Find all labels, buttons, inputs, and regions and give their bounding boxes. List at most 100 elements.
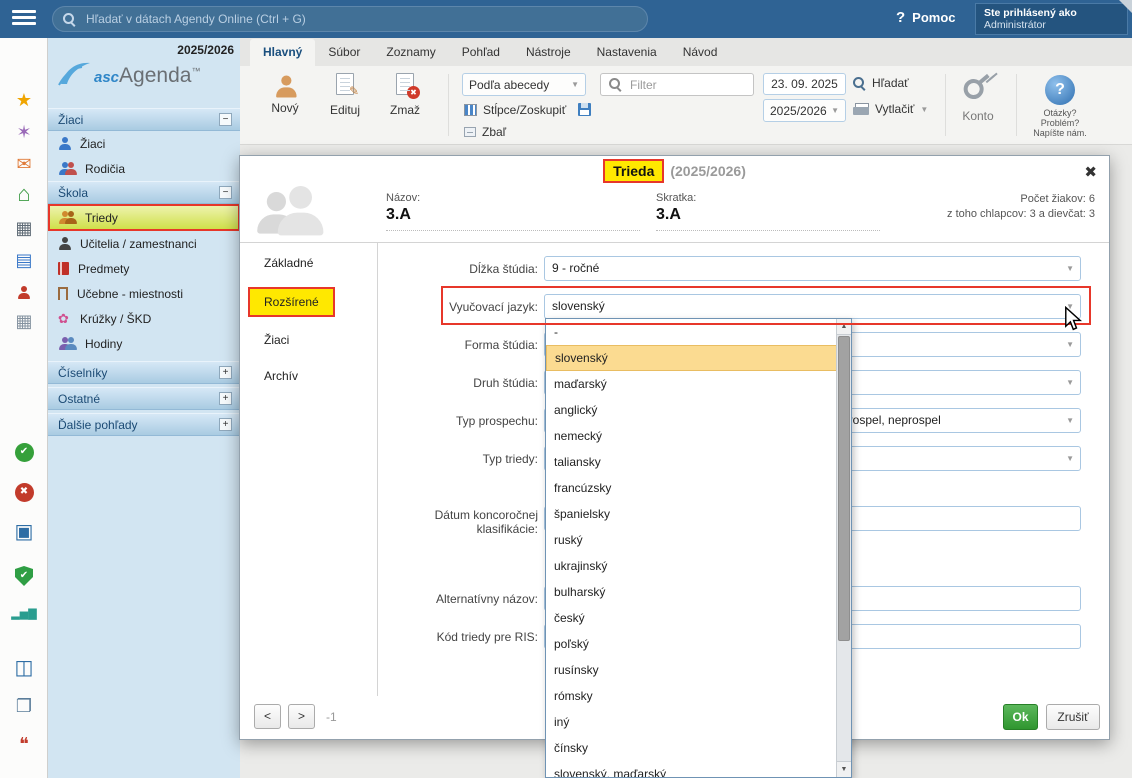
print-button[interactable]: Vytlačiť ▼: [853, 102, 928, 116]
asc-agenda-logo[interactable]: ascAgenda™: [58, 60, 200, 86]
sidebar-item-rodicia[interactable]: Rodičia: [48, 156, 240, 181]
global-search[interactable]: [52, 6, 648, 32]
length-dropdown[interactable]: 9 - ročné ▼: [544, 256, 1081, 281]
sidebar-section-ostatne[interactable]: Ostatné +: [48, 387, 240, 410]
sidebar-item-ucitelia[interactable]: Učitelia / zamestnanci: [48, 231, 240, 256]
person-icon[interactable]: [0, 283, 48, 303]
tab-pohlad[interactable]: Pohľad: [449, 39, 513, 66]
dropdown-option-selected[interactable]: slovenský: [546, 345, 838, 371]
collapse-toggle[interactable]: −: [219, 186, 232, 199]
collapse-toggle[interactable]: −: [219, 113, 232, 126]
briefcase-icon[interactable]: ▣: [0, 522, 48, 542]
dropdown-option[interactable]: bulharský: [546, 579, 838, 605]
wand-icon[interactable]: ✶: [0, 122, 48, 142]
sidebar-item-hodiny[interactable]: Hodiny: [48, 331, 240, 356]
sidebar-item-ziaci[interactable]: Žiaci: [48, 131, 240, 156]
alert-icon[interactable]: ✖: [0, 478, 48, 502]
dropdown-option[interactable]: rusínsky: [546, 657, 838, 683]
sidebar-item-triedy[interactable]: Triedy: [48, 204, 240, 231]
tab-zoznamy[interactable]: Zoznamy: [373, 39, 448, 66]
sidebar-item-label: Predmety: [78, 262, 129, 276]
book-icon[interactable]: ▤: [0, 250, 48, 270]
star-icon[interactable]: ★: [0, 90, 48, 110]
calendar-icon[interactable]: ▦: [0, 311, 48, 331]
dropdown-option[interactable]: ukrajinský: [546, 553, 838, 579]
chat-icon[interactable]: ❝: [0, 734, 48, 754]
dropdown-option[interactable]: taliansky: [546, 449, 838, 475]
dropdown-option[interactable]: španielsky: [546, 501, 838, 527]
questions-button[interactable]: ? Otázky? Problém? Napíšte nám.: [1020, 75, 1100, 138]
edit-button[interactable]: ✎ Edituj: [318, 73, 372, 117]
close-icon[interactable]: ✖: [1084, 163, 1097, 181]
sidebar-item-ucebne[interactable]: Učebne - miestnosti: [48, 281, 240, 306]
tab-hlavny[interactable]: Hlavný: [250, 39, 315, 66]
mail-icon[interactable]: ✉: [0, 154, 48, 174]
shield-icon[interactable]: ✔: [0, 562, 48, 586]
columns-button[interactable]: Stĺpce/Zoskupiť: [464, 103, 566, 117]
tab-subor[interactable]: Súbor: [315, 39, 373, 66]
dropdown-option[interactable]: čínsky: [546, 735, 838, 761]
dropdown-option[interactable]: český: [546, 605, 838, 631]
ok-button[interactable]: Ok: [1003, 704, 1038, 730]
dropdown-option[interactable]: iný: [546, 709, 838, 735]
global-search-input[interactable]: [84, 11, 637, 27]
home-icon[interactable]: ⌂: [0, 184, 48, 204]
delete-button[interactable]: ✖ Zmaž: [378, 73, 432, 117]
save-layout-icon[interactable]: [578, 103, 591, 116]
tab-ziaci[interactable]: Žiaci: [264, 333, 289, 347]
sidebar-section-skola[interactable]: Škola −: [48, 181, 240, 204]
collapse-label: Zbaľ: [482, 125, 506, 139]
chevron-down-icon: ▼: [1066, 371, 1074, 394]
timetable-icon[interactable]: ▦: [0, 218, 48, 238]
new-button[interactable]: Nový: [258, 74, 312, 115]
account-button[interactable]: Konto: [948, 72, 1008, 123]
copy-icon[interactable]: ❐: [0, 696, 48, 716]
collapse-toggle[interactable]: +: [219, 366, 232, 379]
sidebar-section-dalsie-pohlady[interactable]: Ďalšie pohľady +: [48, 413, 240, 436]
scrollbar-thumb[interactable]: [838, 336, 850, 641]
collapse-button[interactable]: Zbaľ: [464, 125, 506, 139]
dropdown-option[interactable]: poľský: [546, 631, 838, 657]
dropdown-option[interactable]: ruský: [546, 527, 838, 553]
check-icon[interactable]: ✔: [0, 438, 48, 462]
sidebar-section-ciselniky[interactable]: Číselníky +: [48, 361, 240, 384]
edit-label: Edituj: [318, 103, 372, 117]
menu-icon[interactable]: [12, 10, 36, 28]
sidebar-item-predmety[interactable]: Predmety: [48, 256, 240, 281]
dialog-title-highlight: Trieda: [603, 159, 664, 183]
year-dropdown[interactable]: 2025/2026 ▼: [763, 99, 846, 122]
user-menu[interactable]: Ste prihlásený ako Administrátor: [975, 3, 1128, 35]
scroll-up-icon[interactable]: ▲: [837, 319, 851, 335]
tab-zakladne[interactable]: Základné: [264, 256, 313, 270]
tab-navod[interactable]: Návod: [670, 39, 731, 66]
tab-nastavenia[interactable]: Nastavenia: [584, 39, 670, 66]
search-button[interactable]: Hľadať: [853, 76, 909, 90]
dropdown-option[interactable]: -: [546, 319, 838, 345]
dropdown-option[interactable]: francúzsky: [546, 475, 838, 501]
chart-icon[interactable]: ▂▅▇: [0, 604, 48, 624]
tab-nastroje[interactable]: Nástroje: [513, 39, 584, 66]
building-icon[interactable]: ◫: [0, 658, 48, 678]
help-button[interactable]: ? Pomoc: [896, 9, 956, 26]
prev-record-button[interactable]: <: [254, 704, 281, 729]
filter-box[interactable]: [600, 73, 754, 96]
next-record-button[interactable]: >: [288, 704, 315, 729]
scroll-down-icon[interactable]: ▼: [837, 761, 851, 777]
dropdown-option[interactable]: nemecký: [546, 423, 838, 449]
language-dropdown[interactable]: slovenský ▼: [544, 294, 1081, 319]
collapse-toggle[interactable]: +: [219, 418, 232, 431]
dropdown-option[interactable]: anglický: [546, 397, 838, 423]
chevron-down-icon: ▼: [1066, 447, 1074, 470]
cancel-button[interactable]: Zrušiť: [1046, 704, 1100, 730]
dropdown-option[interactable]: maďarský: [546, 371, 838, 397]
tab-rozsirene[interactable]: Rozšírené: [248, 287, 335, 317]
sidebar-section-ziaci[interactable]: Žiaci −: [48, 108, 240, 131]
sidebar-item-kruzky[interactable]: ✿ Krúžky / ŠKD: [48, 306, 240, 331]
collapse-toggle[interactable]: +: [219, 392, 232, 405]
dropdown-scrollbar[interactable]: ▲ ▼: [836, 319, 851, 777]
sort-dropdown[interactable]: Podľa abecedy ▼: [462, 73, 586, 96]
dropdown-option[interactable]: slovenský, maďarský: [546, 761, 838, 778]
date-box[interactable]: 23. 09. 2025: [763, 73, 846, 95]
dropdown-option[interactable]: rómsky: [546, 683, 838, 709]
tab-archiv[interactable]: Archív: [264, 369, 298, 383]
